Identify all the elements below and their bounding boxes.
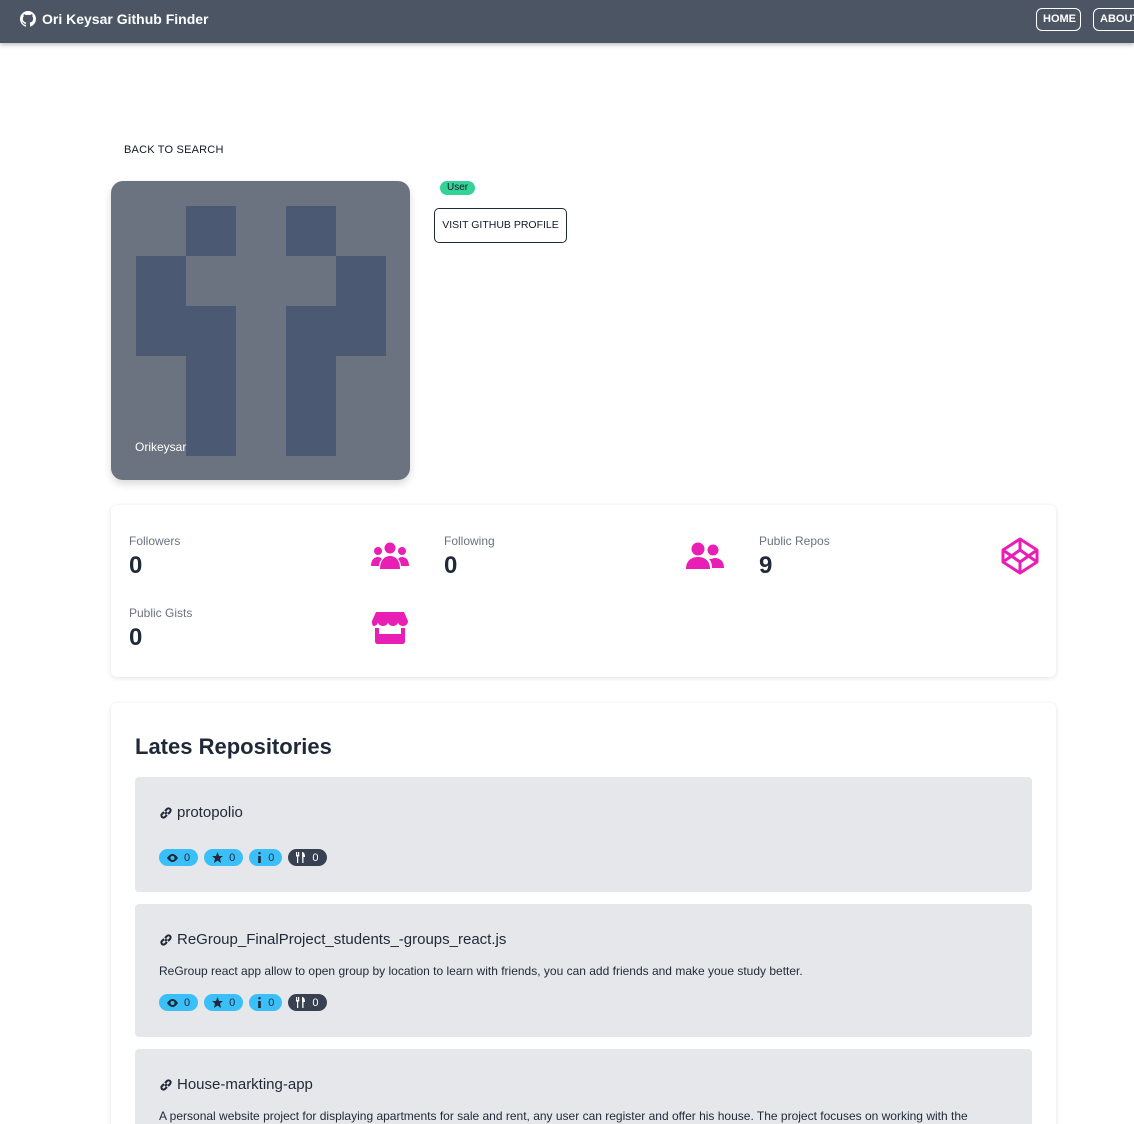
stat-value: 9 (759, 552, 773, 579)
stats-panel: Followers 0 Following 0 Public Repos 9 P… (111, 505, 1056, 677)
stars-count: 0 (229, 996, 236, 1009)
store-icon (372, 612, 408, 644)
link-icon (160, 1078, 172, 1091)
stat-public-repos: Public Repos 9 (759, 534, 1059, 594)
forks-badge: 0 (288, 849, 327, 866)
repo-link[interactable]: House-markting-app (159, 1076, 313, 1093)
avatar-identicon (136, 206, 386, 456)
repo-stats: 0 0 0 0 (159, 994, 327, 1011)
repo-link[interactable]: protopolio (159, 804, 243, 821)
avatar-card: Orikeysar (111, 181, 410, 480)
watchers-badge: 0 (159, 994, 199, 1011)
repo-name: House-markting-app (177, 1076, 313, 1093)
issues-count: 0 (268, 851, 275, 864)
watchers-count: 0 (184, 996, 191, 1009)
codepen-icon (1001, 537, 1039, 575)
github-icon (20, 11, 36, 27)
forks-badge: 0 (288, 994, 327, 1011)
stat-value: 0 (444, 552, 458, 579)
repo-name: protopolio (177, 804, 243, 821)
repos-heading: Lates Repositories (135, 734, 332, 759)
latest-repos-panel: Lates Repositories protopolio 0 0 0 0 Re… (111, 703, 1056, 1124)
forks-count: 0 (312, 996, 319, 1009)
utensils-icon (296, 852, 306, 863)
home-button[interactable]: HOME (1036, 8, 1081, 31)
stat-label: Public Gists (129, 606, 193, 620)
user-friends-icon (686, 542, 724, 569)
user-type-badge: User (440, 181, 476, 195)
stat-following: Following 0 (444, 534, 744, 594)
issues-badge: 0 (249, 994, 283, 1011)
stat-label: Following (444, 534, 495, 548)
avatar-username: Orikeysar (135, 440, 187, 454)
stars-badge: 0 (204, 994, 244, 1011)
repo-stats: 0 0 0 0 (159, 849, 327, 866)
info-icon (258, 997, 262, 1008)
visit-github-profile-button[interactable]: VISIT GITHUB PROFILE (434, 208, 567, 243)
about-button[interactable]: ABOUT (1093, 8, 1134, 31)
repo-card: ReGroup_FinalProject_students_-groups_re… (135, 904, 1032, 1037)
watchers-badge: 0 (159, 849, 199, 866)
link-icon (160, 806, 172, 819)
repo-card: protopolio 0 0 0 0 (135, 777, 1032, 892)
stars-badge: 0 (204, 849, 244, 866)
navbar: Ori Keysar Github Finder HOME ABOUT (0, 0, 1134, 43)
stat-public-gists: Public Gists 0 (129, 606, 429, 666)
stat-value: 0 (129, 624, 143, 651)
watchers-count: 0 (184, 851, 191, 864)
repo-name: ReGroup_FinalProject_students_-groups_re… (177, 931, 507, 948)
star-icon (212, 852, 224, 863)
users-icon (371, 542, 409, 569)
stat-value: 0 (129, 552, 143, 579)
repo-description: ReGroup react app allow to open group by… (159, 964, 803, 978)
brand-link[interactable]: Ori Keysar Github Finder (20, 11, 208, 27)
issues-badge: 0 (249, 849, 283, 866)
stat-label: Followers (129, 534, 181, 548)
issues-count: 0 (268, 996, 275, 1009)
forks-count: 0 (312, 851, 319, 864)
brand-title: Ori Keysar Github Finder (42, 11, 209, 27)
stat-followers: Followers 0 (129, 534, 429, 594)
utensils-icon (296, 997, 306, 1008)
info-icon (258, 852, 262, 863)
back-to-search-link[interactable]: BACK TO SEARCH (124, 144, 224, 156)
link-icon (160, 933, 172, 946)
repo-card: House-markting-app A personal website pr… (135, 1049, 1032, 1124)
repo-link[interactable]: ReGroup_FinalProject_students_-groups_re… (159, 931, 506, 948)
eye-icon (167, 853, 178, 862)
stars-count: 0 (229, 851, 236, 864)
eye-icon (167, 998, 178, 1007)
star-icon (212, 997, 224, 1008)
stat-label: Public Repos (759, 534, 830, 548)
repo-description: A personal website project for displayin… (159, 1109, 968, 1123)
